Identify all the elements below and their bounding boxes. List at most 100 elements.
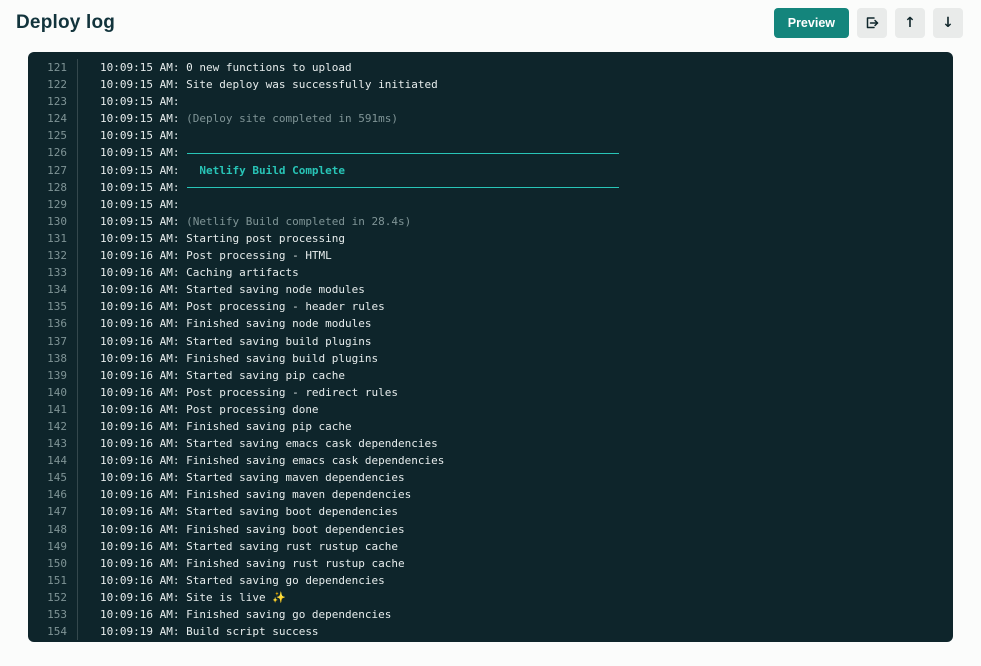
- log-line: 128 10:09:15 AM:: [28, 178, 953, 196]
- log-line-body: 10:09:15 AM: (Deploy site completed in 5…: [78, 110, 953, 127]
- scroll-to-top-button[interactable]: ↑: [895, 8, 925, 38]
- log-timestamp: 10:09:16 AM:: [100, 505, 180, 519]
- log-message: Caching artifacts: [179, 266, 299, 280]
- log-message: Starting post processing: [179, 231, 346, 245]
- log-message: Started saving maven dependencies: [179, 471, 405, 485]
- line-number: 139: [28, 366, 78, 384]
- log-message: Started saving go dependencies: [179, 573, 385, 587]
- log-timestamp: 10:09:15 AM:: [100, 231, 180, 245]
- log-line: 133 10:09:16 AM: Caching artifacts: [28, 264, 953, 282]
- log-timestamp: 10:09:15 AM:: [100, 129, 180, 143]
- log-timestamp: 10:09:15 AM:: [100, 163, 180, 177]
- log-timestamp: 10:09:16 AM:: [100, 556, 180, 570]
- line-number: 150: [28, 554, 78, 572]
- line-number: 128: [28, 178, 78, 196]
- copy-log-button[interactable]: [857, 8, 887, 38]
- line-number: 124: [28, 110, 78, 128]
- log-message: (Deploy site completed in 591ms): [179, 112, 399, 126]
- log-line: 150 10:09:16 AM: Finished saving rust rus…: [28, 554, 953, 572]
- log-line: 138 10:09:16 AM: Finished saving build pl…: [28, 349, 953, 367]
- log-timestamp: 10:09:16 AM:: [100, 317, 180, 331]
- log-line-body: 10:09:16 AM: Finished saving maven depen…: [78, 486, 953, 503]
- line-number: 129: [28, 195, 78, 213]
- log-line: 139 10:09:16 AM: Started saving pip cache: [28, 366, 953, 384]
- log-line-body: 10:09:15 AM: Site deploy was successfull…: [78, 76, 953, 93]
- log-line: 142 10:09:16 AM: Finished saving pip cach…: [28, 417, 953, 436]
- log-line: 125 10:09:15 AM:: [28, 127, 953, 145]
- line-number: 154: [28, 623, 78, 641]
- log-timestamp: 10:09:16 AM:: [100, 266, 180, 280]
- log-line: 127 10:09:15 AM: Netlify Build Complete: [28, 161, 953, 179]
- log-message: 0 new functions to upload: [179, 61, 352, 74]
- log-line-body: 10:09:15 AM:: [78, 196, 953, 213]
- line-number: 143: [28, 435, 78, 453]
- log-line-body: 10:09:16 AM: Finished saving boot depend…: [78, 521, 953, 538]
- log-message: Started saving pip cache: [179, 368, 346, 382]
- log-line: 143 10:09:16 AM: Started saving emacs cas…: [28, 435, 953, 453]
- preview-button[interactable]: Preview: [773, 8, 849, 38]
- log-lines: 121 10:09:15 AM: 0 new functions to uploa…: [28, 59, 953, 641]
- log-line: 122 10:09:15 AM: Site deploy was successf…: [28, 76, 953, 94]
- deploy-log-panel[interactable]: 121 10:09:15 AM: 0 new functions to uploa…: [28, 52, 953, 642]
- arrow-up-icon: ↑: [904, 15, 916, 31]
- log-line-body: 10:09:16 AM: Finished saving node module…: [78, 315, 953, 332]
- log-timestamp: 10:09:16 AM:: [100, 522, 180, 536]
- log-timestamp: 10:09:16 AM:: [100, 437, 180, 451]
- copy-log-icon: [866, 17, 879, 29]
- log-message: (Netlify Build completed in 28.4s): [179, 214, 412, 228]
- log-line: 140 10:09:16 AM: Post processing - redire…: [28, 383, 953, 401]
- line-number: 142: [28, 417, 78, 436]
- line-number: 148: [28, 520, 78, 538]
- line-number: 137: [28, 332, 78, 350]
- log-timestamp: 10:09:16 AM:: [100, 488, 180, 502]
- log-timestamp: 10:09:15 AM:: [100, 112, 180, 126]
- scroll-to-bottom-button[interactable]: ↓: [933, 8, 963, 38]
- line-number: 153: [28, 606, 78, 624]
- topbar: Deploy log Preview ↑ ↓: [0, 0, 981, 46]
- log-line-body: 10:09:16 AM: Started saving node modules: [78, 281, 953, 298]
- log-line-body: 10:09:16 AM: Started saving pip cache: [78, 367, 953, 384]
- line-number: 147: [28, 503, 78, 521]
- log-line-body: 10:09:16 AM: Post processing done: [78, 401, 953, 418]
- log-timestamp: 10:09:16 AM:: [100, 368, 180, 382]
- log-line-body: 10:09:15 AM:: [78, 144, 953, 161]
- log-line-body: 10:09:16 AM: Finished saving build plugi…: [78, 350, 953, 367]
- log-timestamp: 10:09:15 AM:: [100, 78, 180, 92]
- log-line: 134 10:09:16 AM: Started saving node modu…: [28, 281, 953, 299]
- log-line: 136 10:09:16 AM: Finished saving node mod…: [28, 315, 953, 333]
- log-message: Finished saving maven dependencies: [179, 488, 412, 502]
- log-timestamp: 10:09:16 AM:: [100, 590, 180, 604]
- log-line-body: 10:09:16 AM: Started saving go dependenc…: [78, 572, 953, 589]
- line-number: 140: [28, 383, 78, 401]
- log-timestamp: 10:09:15 AM:: [100, 197, 180, 211]
- log-timestamp: 10:09:16 AM:: [100, 300, 180, 314]
- log-line: 129 10:09:15 AM:: [28, 195, 953, 213]
- line-number: 127: [28, 161, 78, 179]
- line-number: 151: [28, 571, 78, 589]
- log-line: 144 10:09:16 AM: Finished saving emacs ca…: [28, 452, 953, 470]
- log-timestamp: 10:09:16 AM:: [100, 385, 180, 399]
- line-number: 125: [28, 127, 78, 145]
- line-number: 141: [28, 400, 78, 418]
- page-title: Deploy log: [16, 12, 116, 33]
- log-line: 141 10:09:16 AM: Post processing done: [28, 400, 953, 418]
- log-timestamp: 10:09:15 AM:: [100, 61, 180, 74]
- log-timestamp: 10:09:15 AM:: [100, 146, 180, 160]
- line-number: 126: [28, 144, 78, 162]
- log-message: Build script success: [179, 625, 319, 639]
- log-timestamp: 10:09:19 AM:: [100, 625, 180, 639]
- log-message: Finished saving emacs cask dependencies: [179, 454, 445, 468]
- log-message: Started saving rust rustup cache: [179, 539, 399, 553]
- deploy-log-page: Deploy log Preview ↑ ↓ 121 10:09:15 AM: 0…: [0, 0, 981, 642]
- log-line-body: 10:09:16 AM: Caching artifacts: [78, 264, 953, 281]
- log-message: Post processing - redirect rules: [179, 385, 399, 399]
- log-line: 135 10:09:16 AM: Post processing - header…: [28, 298, 953, 316]
- log-line: 149 10:09:16 AM: Started saving rust rust…: [28, 537, 953, 555]
- log-line: 132 10:09:16 AM: Post processing - HTML: [28, 247, 953, 265]
- log-line: 123 10:09:15 AM:: [28, 93, 953, 111]
- log-line: 147 10:09:16 AM: Started saving boot depe…: [28, 503, 953, 521]
- log-line-body: 10:09:15 AM: Starting post processing: [78, 230, 953, 247]
- log-line: 146 10:09:16 AM: Finished saving maven de…: [28, 486, 953, 504]
- log-timestamp: 10:09:16 AM:: [100, 283, 180, 297]
- log-line-body: 10:09:15 AM: 0 new functions to upload: [78, 59, 953, 76]
